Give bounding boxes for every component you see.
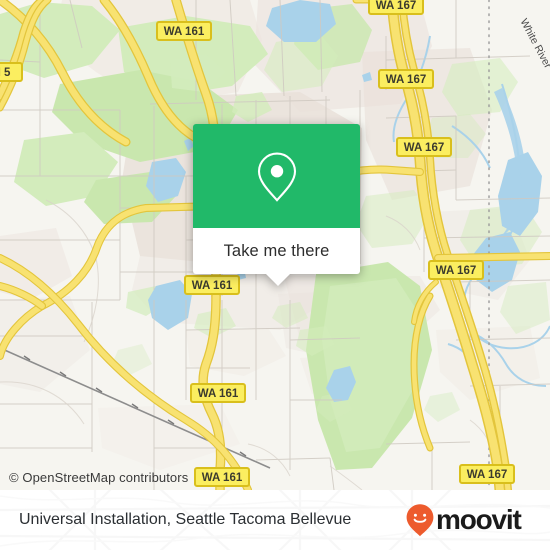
water-label-white-river: White River xyxy=(518,17,550,71)
highway-shield-i5: I 5 xyxy=(0,62,23,82)
svg-text:WA 161: WA 161 xyxy=(198,388,239,400)
popup-image-area xyxy=(193,124,360,228)
highway-shield-wa161-2: WA 161 xyxy=(184,275,240,295)
highway-shield-wa167-1: WA 167 xyxy=(368,0,424,15)
highway-shield-wa161-4: WA 161 xyxy=(194,467,250,487)
bottom-bar: Universal Installation, Seattle Tacoma B… xyxy=(0,490,550,550)
highway-shield-wa167-4: WA 167 xyxy=(428,260,484,280)
highway-shield-wa167-3: WA 167 xyxy=(396,137,452,157)
svg-text:WA 167: WA 167 xyxy=(436,265,476,277)
map-popup-card[interactable]: Take me there xyxy=(193,124,360,286)
svg-text:WA 161: WA 161 xyxy=(164,26,205,38)
moovit-wordmark: moovit xyxy=(436,504,532,536)
map-pin-icon xyxy=(257,152,296,202)
place-title: Universal Installation, Seattle Tacoma B… xyxy=(19,511,352,528)
moovit-smiley-pin-icon xyxy=(406,504,434,537)
svg-text:WA 161: WA 161 xyxy=(202,472,243,484)
highway-shield-wa167-2: WA 167 xyxy=(378,69,434,89)
highway-shield-wa167-5: WA 167 xyxy=(459,464,515,484)
moovit-map-screen: .urban { fill:#ece4de; } .urban2 { fill:… xyxy=(0,0,550,550)
moovit-logo[interactable]: moovit xyxy=(405,503,532,537)
popup-footer[interactable]: Take me there xyxy=(193,228,360,286)
highway-shield-wa161-3: WA 161 xyxy=(190,383,246,403)
svg-text:WA 167: WA 167 xyxy=(467,469,507,481)
take-me-there-label: Take me there xyxy=(223,241,330,260)
highway-shield-wa161-1: WA 161 xyxy=(156,21,212,41)
map-canvas[interactable]: .urban { fill:#ece4de; } .urban2 { fill:… xyxy=(0,0,550,490)
svg-text:moovit: moovit xyxy=(436,504,521,535)
svg-text:WA 167: WA 167 xyxy=(404,142,444,154)
popup-tail xyxy=(266,274,290,286)
svg-text:WA 161: WA 161 xyxy=(192,280,233,292)
moovit-wordmark-svg: moovit xyxy=(436,504,523,535)
svg-text:WA 167: WA 167 xyxy=(386,74,426,86)
svg-text:I 5: I 5 xyxy=(0,67,11,79)
svg-text:WA 167: WA 167 xyxy=(376,0,416,12)
